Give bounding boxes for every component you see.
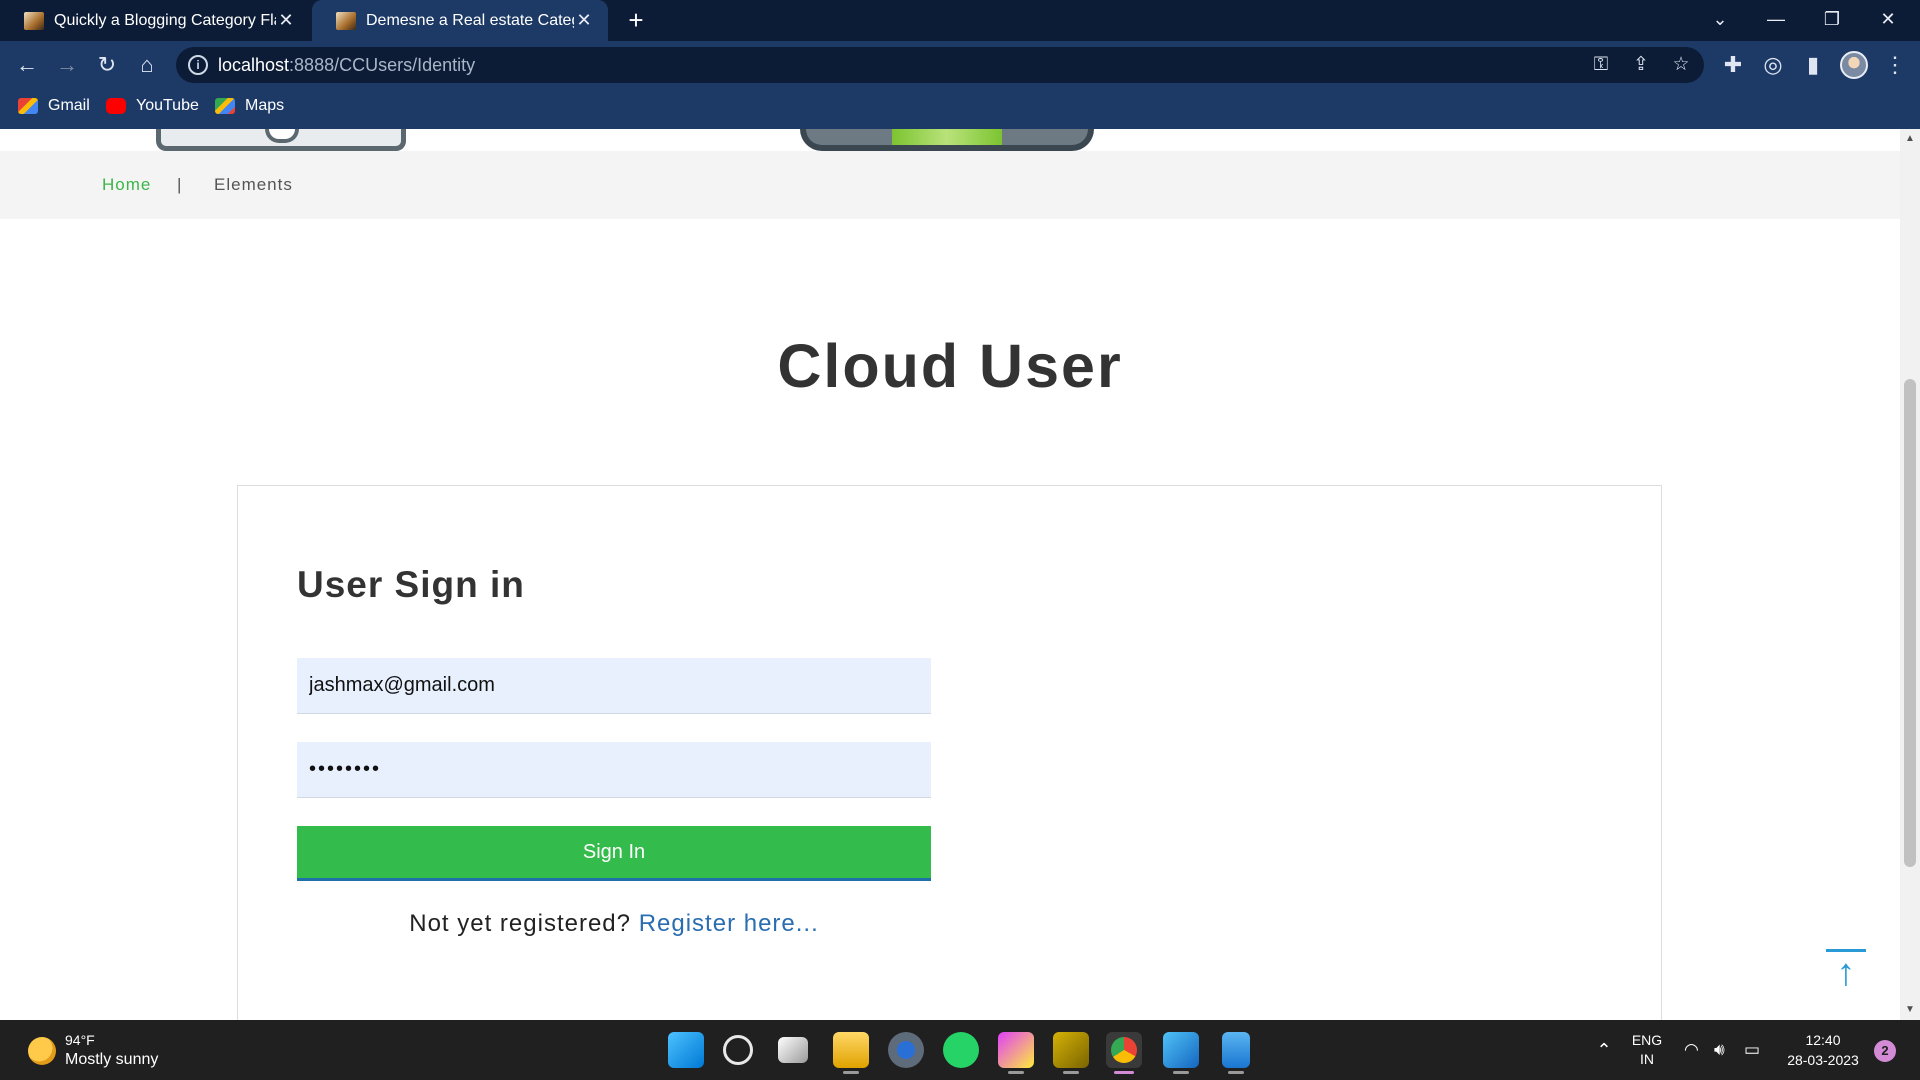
running-indicator [843,1071,859,1074]
running-indicator [1008,1071,1024,1074]
bookmark-gmail[interactable]: Gmail [18,89,90,123]
site-favicon-icon [24,11,44,30]
main-navbar: Home | Elements [0,151,1900,219]
page-viewport: Home | Elements Cloud User User Sign in … [0,129,1900,1020]
notepad-icon[interactable] [1222,1032,1250,1068]
bookmark-label: Gmail [48,97,90,114]
weather-sun-icon[interactable] [28,1037,56,1065]
notification-badge[interactable]: 2 [1874,1040,1896,1062]
bookmark-maps[interactable]: Maps [215,89,284,123]
browser-toolbar: ← → ↻ ⌂ i localhost:8888/CCUsers/Identit… [0,41,1920,89]
signin-heading: User Sign in [297,564,525,605]
search-icon[interactable] [723,1035,753,1065]
photos-icon[interactable] [1163,1032,1199,1068]
clock-time: 12:40 [1805,1032,1841,1048]
scroll-down-arrow-icon[interactable]: ▼ [1900,1002,1920,1018]
battery-icon[interactable]: ▭ [1744,1020,1760,1080]
share-icon[interactable]: ⇪ [1626,50,1656,80]
bookmarks-bar: Gmail YouTube Maps [0,89,1920,129]
volume-icon[interactable]: 🔊︎ [1714,1020,1725,1080]
password-field[interactable] [297,742,931,798]
start-windows-icon[interactable] [668,1032,704,1068]
clock-date: 28-03-2023 [1787,1052,1859,1068]
bookmark-label: Maps [245,97,285,114]
back-arrow-icon[interactable]: ← [12,50,42,80]
weather-temperature[interactable]: 94°F [65,1032,95,1048]
sign-in-button[interactable]: Sign In [297,826,931,881]
file-explorer-icon[interactable] [833,1032,869,1068]
youtube-icon [106,98,126,114]
paint-app-icon[interactable] [998,1032,1034,1068]
restore-button[interactable]: ❐ [1804,0,1860,41]
bookmark-label: YouTube [136,97,199,114]
url-path: :8888/CCUsers/Identity [289,55,476,75]
reload-icon[interactable]: ↻ [92,50,122,80]
running-indicator [1228,1071,1244,1074]
task-view-icon[interactable] [778,1037,808,1063]
badge-detail [892,129,1002,145]
tab-search-chevron-icon[interactable]: ⌄ [1692,0,1748,41]
nav-separator: | [177,175,183,194]
app-folder-icon[interactable] [1053,1032,1089,1068]
tab-blogging[interactable]: Quickly a Blogging Category Flat ✕ [0,0,310,41]
register-prompt-line: Not yet registered? Register here... [297,910,931,938]
maps-icon [215,98,235,114]
key-icon[interactable]: ⚿ [1586,50,1616,80]
logo-detail [265,129,299,143]
bookmark-youtube[interactable]: YouTube [106,89,199,123]
running-indicator [1173,1071,1189,1074]
url-host: localhost [218,55,290,75]
windows-taskbar: 94°F Mostly sunny ⌃ ENG IN ◠ 🔊︎ ▭ 12:40 … [0,1020,1920,1080]
page-scrollbar[interactable]: ▲ ▼ [1900,129,1920,1020]
new-tab-button[interactable]: + [622,6,650,34]
system-clock[interactable]: 12:40 28-03-2023 [1783,1020,1863,1080]
scrollbar-thumb[interactable] [1904,379,1916,867]
whatsapp-icon[interactable] [943,1032,979,1068]
site-info-icon[interactable]: i [188,55,208,75]
extension-icon[interactable]: ◎ [1758,50,1788,80]
tab-title: Demesne a Real estate Category [366,11,574,29]
side-panel-icon[interactable]: ▮ [1798,50,1828,80]
minimize-button[interactable]: — [1748,0,1804,41]
tab-close-icon[interactable]: ✕ [574,10,594,31]
scroll-up-arrow-icon[interactable]: ▲ [1900,131,1920,147]
register-link[interactable]: Register here... [639,910,819,937]
extensions-puzzle-icon[interactable]: ✚ [1718,50,1748,80]
email-field[interactable] [297,658,931,714]
profile-avatar[interactable] [1840,51,1868,79]
active-indicator [1114,1071,1134,1074]
address-bar[interactable]: i localhost:8888/CCUsers/Identity ⚿ ⇪ ☆ [176,47,1704,83]
register-prompt-text: Not yet registered? [409,910,632,937]
settings-gear-icon[interactable] [888,1032,924,1068]
language-indicator[interactable]: ENG IN [1630,1020,1664,1080]
site-favicon-icon [336,11,356,30]
header-badge-image [800,129,1094,151]
tab-title: Quickly a Blogging Category Flat [54,11,276,29]
header-logo-image [156,129,406,151]
show-hidden-icons-chevron-icon[interactable]: ⌃ [1592,1020,1616,1080]
browser-tab-bar: Quickly a Blogging Category Flat ✕ Demes… [0,0,1920,41]
close-window-button[interactable]: ✕ [1860,0,1916,41]
bookmark-star-icon[interactable]: ☆ [1666,50,1696,80]
scroll-to-top-button[interactable]: ↑ [1826,949,1866,999]
nav-elements-link[interactable]: Elements [214,151,293,219]
chrome-logo [1111,1037,1137,1063]
language-code: ENG [1631,1032,1663,1048]
region-code: IN [1640,1051,1654,1067]
url-text[interactable]: localhost:8888/CCUsers/Identity [218,47,475,83]
arrow-up-icon: ↑ [1836,952,1856,994]
tab-close-icon[interactable]: ✕ [276,10,296,31]
signin-card: User Sign in Sign In Not yet registered?… [237,485,1662,1020]
menu-kebab-icon[interactable]: ⋮ [1880,50,1910,80]
tab-real-estate[interactable]: Demesne a Real estate Category ✕ [312,0,608,41]
weather-description[interactable]: Mostly sunny [65,1051,158,1069]
running-indicator [1063,1071,1079,1074]
page-title: Cloud User [777,332,1123,400]
chrome-icon[interactable] [1106,1032,1142,1068]
nav-home-link[interactable]: Home [102,151,151,219]
gmail-icon [18,98,38,114]
wifi-icon[interactable]: ◠ [1684,1020,1699,1080]
forward-arrow-icon[interactable]: → [52,50,82,80]
home-icon[interactable]: ⌂ [132,50,162,80]
